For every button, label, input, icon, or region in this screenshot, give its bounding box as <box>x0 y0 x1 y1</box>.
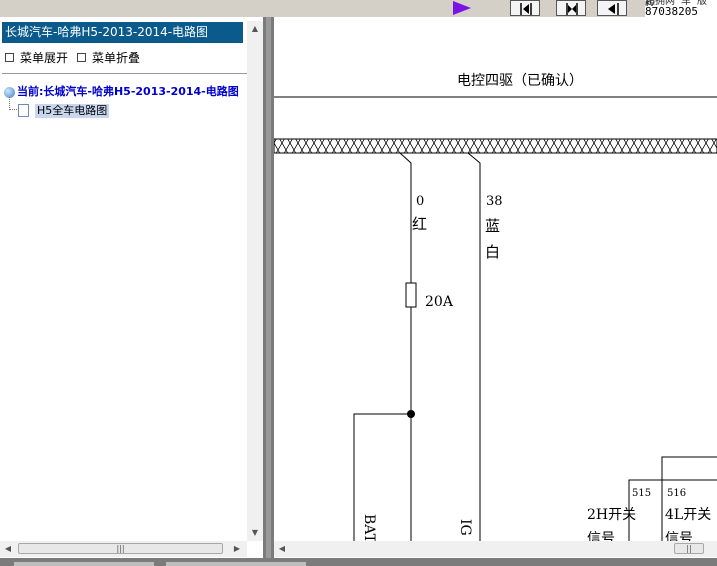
tree-root[interactable]: 当前:长城汽车-哈弗H5-2013-2014-电路图 <box>4 83 239 99</box>
document-icon <box>18 104 29 117</box>
wire1-number: 0 <box>416 194 424 209</box>
label-batt: BATT <box>361 514 377 542</box>
pin-515: 515 <box>632 488 651 499</box>
left-horizontal-scrollbar[interactable]: ◀ ||| ▶ <box>0 541 247 557</box>
play-icon[interactable] <box>453 1 471 15</box>
back-icon <box>608 3 619 15</box>
fuse-label: 20A <box>425 294 454 310</box>
left-panel: 长城汽车-哈弗H5-2013-2014-电路图 菜单展开 菜单折叠 当前:长城汽… <box>0 17 263 549</box>
menu-expand-button[interactable]: 菜单展开 <box>5 49 68 66</box>
power-bus <box>274 138 717 154</box>
switch-box-inner <box>661 456 717 480</box>
bottom-tab-1[interactable] <box>14 562 154 566</box>
wiring-diagram: 电控四驱（已确认） 0 红 38 蓝 白 20A BATT IG 515 516… <box>274 17 717 542</box>
pin-516: 516 <box>667 488 686 499</box>
diagram-title: 电控四驱（已确认） <box>457 73 583 89</box>
first-page-icon <box>520 3 532 15</box>
menu-collapse-label: 菜单折叠 <box>92 51 141 65</box>
left-scroll-thumb[interactable]: ||| <box>18 543 223 554</box>
diagram-scroll-thumb[interactable]: || <box>674 543 704 554</box>
switch-2h-label: 2H开关 <box>587 507 636 523</box>
left-panel-title: 长城汽车-哈弗H5-2013-2014-电路图 <box>2 22 243 43</box>
top-toolbar: 起拥网 车 版权 87038205 <box>0 0 717 21</box>
wire-blue-white <box>467 152 481 542</box>
expand-icon <box>5 53 14 62</box>
diagram-horizontal-scrollbar[interactable]: ◀ || <box>274 541 717 557</box>
collapse-icon <box>77 53 86 62</box>
diagram-scroll-left-icon[interactable]: ◀ <box>274 541 290 557</box>
separator <box>2 73 247 74</box>
wire2-number: 38 <box>486 194 503 209</box>
wire2-color-2: 白 <box>485 243 500 261</box>
wire-red <box>399 152 412 283</box>
scroll-left-icon[interactable]: ◀ <box>0 541 16 557</box>
back-button[interactable] <box>597 0 627 16</box>
bottom-bar <box>0 558 717 566</box>
prev-page-icon <box>566 3 578 15</box>
prev-page-button[interactable] <box>556 0 586 16</box>
left-vertical-scrollbar[interactable]: ▲ ▼ <box>247 21 263 541</box>
globe-icon <box>4 86 15 98</box>
menu-collapse-button[interactable]: 菜单折叠 <box>77 49 140 66</box>
switch-4l-label: 4L开关 <box>665 507 711 523</box>
scroll-down-icon[interactable]: ▼ <box>247 525 263 541</box>
fuse <box>405 282 417 308</box>
label-ig: IG <box>457 519 473 536</box>
bottom-tab-2[interactable] <box>166 562 306 566</box>
first-page-button[interactable] <box>510 0 540 16</box>
tree-item-h5-wiring[interactable]: H5全车电路图 <box>35 104 110 118</box>
wire2-color-1: 蓝 <box>485 217 500 235</box>
menu-expand-label: 菜单展开 <box>20 51 69 65</box>
scroll-right-icon[interactable]: ▶ <box>229 541 245 557</box>
wire1-color: 红 <box>412 215 427 233</box>
scroll-up-icon[interactable]: ▲ <box>247 21 263 37</box>
panel-splitter[interactable] <box>263 17 274 566</box>
diagram-canvas: 电控四驱（已确认） 0 红 38 蓝 白 20A BATT IG 515 516… <box>274 73 717 542</box>
tree-root-label: 当前:长城汽车-哈弗H5-2013-2014-电路图 <box>17 85 239 98</box>
